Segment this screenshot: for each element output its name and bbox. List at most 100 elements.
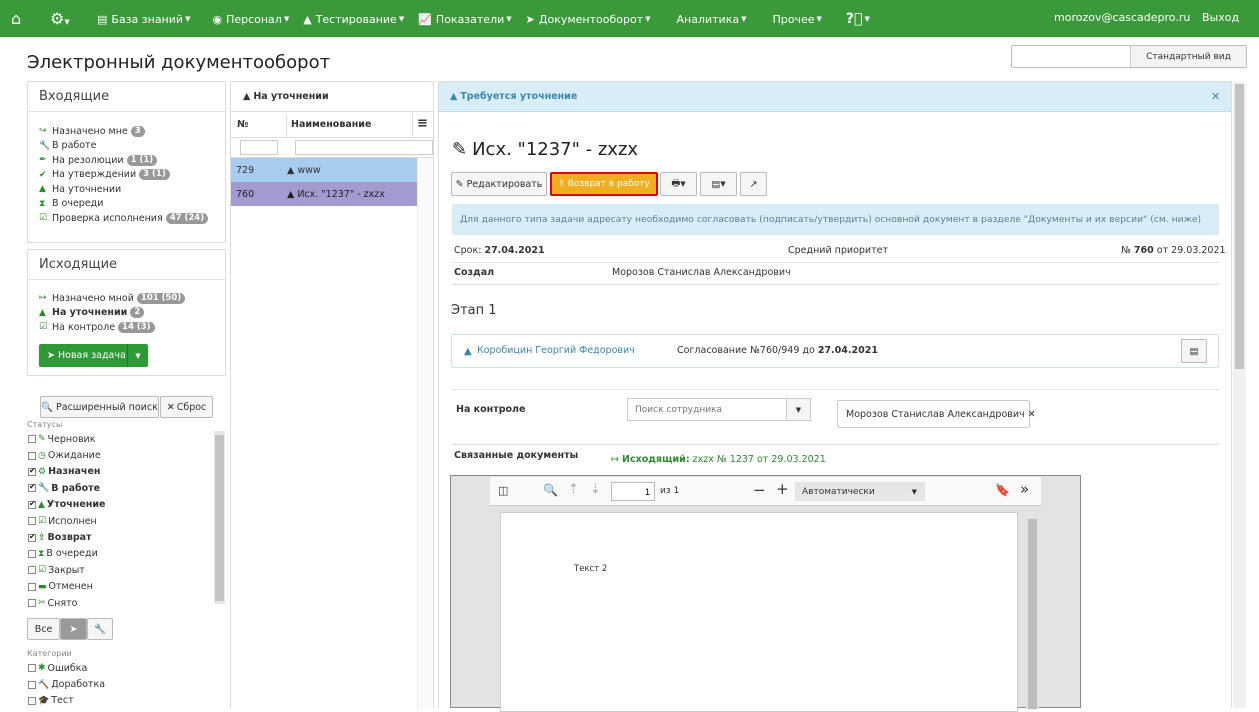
status-icon: ✔: [39, 169, 47, 180]
status-icon: ☑: [38, 516, 47, 527]
status-checkbox[interactable]: 🔧В работе: [0, 480, 100, 496]
employee-search-input[interactable]: [629, 400, 786, 419]
nav-testing[interactable]: ▲ Тестирование ▼: [303, 11, 404, 27]
checkbox[interactable]: [28, 664, 36, 673]
view-menu-button[interactable]: ▤ ▼: [700, 172, 737, 196]
status-checkbox[interactable]: ▲Уточнение: [0, 497, 105, 513]
sidebar-toggle-icon[interactable]: ◫: [498, 484, 508, 497]
checkbox[interactable]: [28, 566, 36, 575]
nav-knowledge[interactable]: ▤ База знаний ▼: [97, 11, 190, 27]
outgoing-item[interactable]: ▲ На уточнении 2: [28, 306, 225, 321]
bookmark-icon[interactable]: 🔖: [995, 483, 1010, 497]
related-doc-link[interactable]: zxzx № 1237 от 29.03.2021: [693, 454, 826, 465]
statuses-scrollbar[interactable]: [214, 431, 225, 604]
filter-work-tab[interactable]: 🔧: [87, 618, 113, 640]
checkbox[interactable]: [28, 482, 36, 493]
table-row[interactable]: 760 ▲ Исх. "1237" - zxzx: [231, 182, 417, 206]
advanced-search-button[interactable]: 🔍 Расширенный поиск: [40, 396, 159, 418]
close-detail-icon[interactable]: ✕: [1211, 90, 1220, 103]
nav-docflow[interactable]: ➤ Документооборот ▼: [526, 11, 651, 27]
status-checkbox[interactable]: ⇪Возврат: [0, 529, 92, 545]
remove-icon[interactable]: ✕: [1028, 409, 1036, 420]
status-checkbox[interactable]: ☑ Закрыт: [0, 562, 85, 578]
incoming-item[interactable]: ✒ На резолюции 1 (1): [28, 153, 225, 168]
page-scrollbar[interactable]: [1233, 82, 1246, 708]
checkbox[interactable]: [28, 451, 36, 460]
reset-button[interactable]: ✕ Сброс: [160, 396, 213, 418]
more-tools-icon[interactable]: »: [1020, 480, 1029, 498]
nav-staff[interactable]: ◉ Персонал ▼: [212, 11, 289, 27]
zoom-in-icon[interactable]: +: [776, 480, 789, 498]
grid-header: № Наименование ≡: [231, 113, 433, 138]
category-checkbox[interactable]: 🎓 Тест: [0, 693, 74, 709]
filter-tabs: Все ➤ 🔧: [27, 618, 113, 640]
stage-details-button[interactable]: ▤: [1181, 339, 1207, 363]
status-icon: ◷: [38, 450, 46, 461]
filter-number-input[interactable]: [240, 140, 278, 155]
nav-analytics[interactable]: Аналитика ▼: [677, 11, 747, 27]
incoming-item[interactable]: 🔧 В работе: [28, 139, 225, 154]
print-button[interactable]: 🖶 ▼: [660, 172, 697, 196]
zoom-out-icon[interactable]: −: [753, 481, 766, 499]
arrow-up-icon[interactable]: ⇡: [568, 482, 579, 497]
col-name-header[interactable]: Наименование: [291, 119, 371, 130]
table-row[interactable]: 729 ▲ www: [231, 158, 417, 182]
category-checkbox[interactable]: ✱ Ошибка: [0, 660, 87, 676]
checkbox[interactable]: [28, 499, 36, 509]
outgoing-item[interactable]: ↦ Назначено мной 101 (50): [28, 291, 225, 306]
status-checkbox[interactable]: ◷ Ожидание: [0, 447, 101, 463]
column-menu-icon[interactable]: ≡: [417, 116, 428, 131]
zoom-select[interactable]: Автоматически ▼: [795, 482, 925, 501]
employee-search[interactable]: ▼: [627, 398, 811, 421]
checkbox[interactable]: [28, 599, 36, 608]
checkbox[interactable]: [28, 680, 36, 689]
checkbox[interactable]: [28, 696, 36, 705]
return-to-work-button[interactable]: ⇪ Возврат в работу: [550, 172, 658, 196]
filter-name-input[interactable]: [295, 140, 433, 155]
status-checkbox[interactable]: ☑ Исполнен: [0, 513, 97, 529]
filter-sent-tab[interactable]: ➤: [60, 618, 87, 640]
new-task-button[interactable]: ➤ Новая задача ▼: [39, 344, 148, 367]
nav-help[interactable]: ?⃝ ▼: [846, 11, 870, 27]
incoming-item[interactable]: ▲ На уточнении: [28, 182, 225, 197]
standard-view-button[interactable]: Стандартный вид: [1130, 46, 1246, 67]
incoming-item[interactable]: ✔ На утверждении 3 (1): [28, 168, 225, 183]
incoming-item[interactable]: ↪ Назначено мне 3: [28, 124, 225, 139]
checkbox[interactable]: [28, 582, 36, 591]
open-external-button[interactable]: ↗: [740, 172, 767, 196]
category-checkbox[interactable]: 🔨 Доработка: [0, 676, 105, 692]
settings-icon[interactable]: ⚙▼: [50, 9, 70, 28]
control-person-tag: Морозов Станислав Александрович ✕: [837, 400, 1036, 428]
page-number-input[interactable]: [611, 482, 655, 501]
nav-other[interactable]: Прочее ▼: [773, 11, 822, 27]
nav-indicators[interactable]: 📈 Показатели ▼: [418, 11, 511, 27]
col-number-header[interactable]: №: [237, 119, 248, 130]
incoming-item[interactable]: ⧗ В очереди: [28, 197, 225, 212]
status-checkbox[interactable]: ▬ Отменен: [0, 579, 93, 595]
status-checkbox[interactable]: ⚙Назначен: [0, 464, 100, 480]
list-scrollbar[interactable]: [417, 158, 433, 708]
pdf-scrollbar[interactable]: [1026, 506, 1039, 709]
status-checkbox[interactable]: ✎ Черновик: [0, 431, 95, 447]
checkbox[interactable]: [28, 517, 36, 526]
checkbox[interactable]: [28, 532, 36, 542]
incoming-item[interactable]: ☑ Проверка исполнения 47 (24): [28, 211, 225, 226]
filter-all-tab[interactable]: Все: [27, 618, 60, 640]
chevron-down-icon[interactable]: ▼: [786, 399, 810, 420]
new-task-dropdown[interactable]: ▼: [127, 344, 148, 367]
checkbox[interactable]: [28, 435, 36, 444]
search-icon[interactable]: 🔍: [543, 483, 558, 497]
home-icon[interactable]: ⌂: [11, 9, 21, 28]
stage-person-link[interactable]: Коробицин Георгий Федорович: [477, 345, 635, 356]
arrow-down-icon[interactable]: ⇣: [590, 482, 601, 497]
checkbox[interactable]: [28, 549, 36, 558]
edit-button[interactable]: ✎ Редактировать: [451, 172, 547, 196]
checkbox[interactable]: [28, 466, 36, 476]
logout-link[interactable]: Выход: [1202, 11, 1239, 24]
user-email[interactable]: morozov@cascadepro.ru: [1054, 11, 1190, 24]
status-checkbox[interactable]: ✂ Снято: [0, 595, 77, 611]
view-selector[interactable]: Стандартный вид: [1011, 45, 1247, 68]
book-icon: ▤: [97, 12, 108, 26]
outgoing-item[interactable]: ☑ На контроле 14 (3): [28, 320, 225, 335]
status-checkbox[interactable]: ⧗ В очереди: [0, 546, 98, 562]
